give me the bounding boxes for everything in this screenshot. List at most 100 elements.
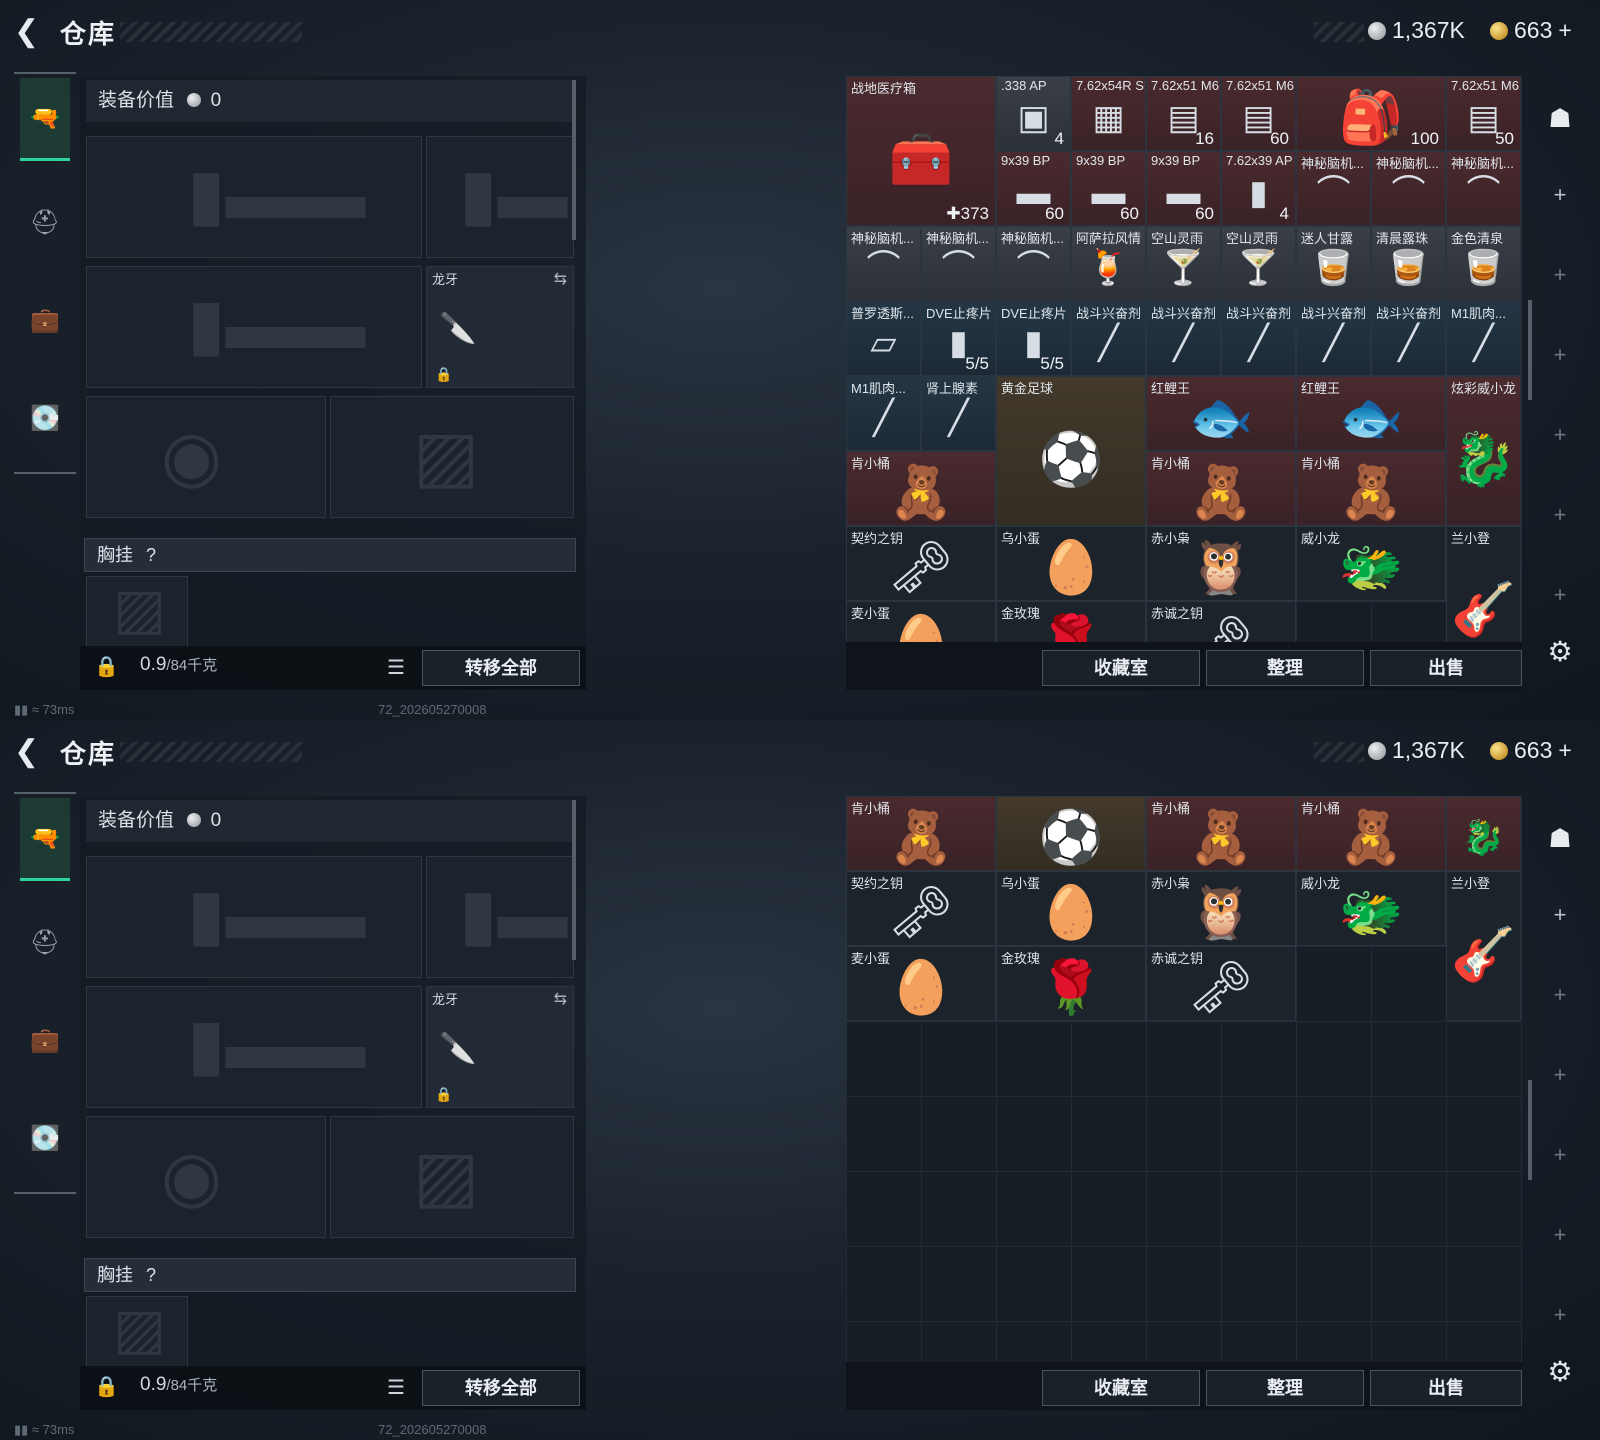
add-page-icon[interactable]: + (1538, 1062, 1582, 1088)
melee-slot[interactable]: 龙牙 ⇆ 🔪 🔒 (426, 986, 574, 1108)
stash-item[interactable]: 🥚麦小蛋 (846, 946, 996, 1021)
chest-rig-help-icon[interactable]: ? (146, 545, 156, 565)
armor-slot[interactable]: ▨ (330, 1116, 574, 1238)
stash-scrollbar[interactable] (1528, 300, 1532, 400)
add-page-icon[interactable]: + (1538, 422, 1582, 448)
add-page-icon[interactable]: + (1538, 502, 1582, 528)
stash-item[interactable]: 🥃 清晨露珠 (1371, 226, 1446, 301)
stash-item[interactable]: ▤ 7.62x51 M6 60 (1221, 76, 1296, 151)
stash-grid[interactable]: 🧰战地医疗箱✚373▣.338 AP4▦7.62x54R SNB▤7.62x51… (846, 76, 1522, 642)
helmet-slot[interactable]: ◉ (86, 396, 326, 518)
stash-item[interactable]: ╱ 战斗兴奋剂 (1221, 301, 1296, 376)
stash-item[interactable]: 🥃 金色清泉 (1446, 226, 1521, 301)
stash-item[interactable]: 🗝 契约之钥 (846, 871, 996, 946)
stash-item[interactable]: 🐲 威小龙 (1296, 871, 1446, 946)
stash-item[interactable]: 🗝赤诚之钥 (1146, 601, 1296, 642)
stash-item[interactable]: 🥚 乌小蛋 (996, 526, 1146, 601)
stash-item[interactable]: 🦉 赤小枭 (1146, 871, 1296, 946)
nav-case-icon[interactable]: 💽 (20, 1098, 70, 1178)
sort-button[interactable]: 整理 (1206, 650, 1364, 686)
add-page-icon[interactable]: + (1538, 182, 1582, 208)
stash-item[interactable]: ▮ DVE止疼片 5/5 (996, 301, 1071, 376)
stash-item[interactable]: 🧸 肯小桶 (1146, 796, 1296, 871)
stash-item[interactable]: 🧸 肯小桶 (1296, 796, 1446, 871)
nav-armor-icon[interactable]: ⛑ (20, 902, 70, 982)
nav-weapon-icon[interactable]: 🔫 (20, 78, 70, 161)
stash-item[interactable]: ╱ M1肌肉... (1446, 301, 1521, 376)
stash-item[interactable]: ▦ 7.62x54R SNB (1071, 76, 1146, 151)
stash-item[interactable]: 🐉 (1446, 796, 1521, 871)
stash-item[interactable]: 🎒 100 (1296, 76, 1446, 151)
stash-item[interactable]: 🐉 炫彩威小龙 (1446, 376, 1521, 526)
back-arrow-icon[interactable]: ❮ (14, 16, 46, 48)
stash-item[interactable]: ▤ 7.62x51 M6 50 (1446, 76, 1521, 151)
stash-item[interactable]: ▬ 9x39 BP 60 (996, 151, 1071, 226)
chest-rig-help-icon[interactable]: ? (146, 1265, 156, 1285)
stash-item[interactable]: ▮ 7.62x39 AP SUB 4 (1221, 151, 1296, 226)
melee-slot[interactable]: 龙牙 ⇆ 🔪 🔒 (426, 266, 574, 388)
stash-item[interactable]: ▱ 普罗透斯... (846, 301, 921, 376)
stash-item[interactable]: 🎸 兰小登 (1446, 871, 1521, 1021)
primary-weapon-slot[interactable]: ▮▬▬ (86, 136, 422, 258)
stash-item[interactable]: ⚽ (996, 796, 1146, 871)
settings-gear-icon[interactable]: ⚙ (1540, 1352, 1580, 1392)
swap-icon[interactable]: ⇆ (554, 269, 567, 289)
warehouse-icon[interactable]: ☗ (1538, 816, 1582, 860)
stash-item[interactable]: 🌹金玫瑰 (996, 946, 1146, 1021)
stash-item[interactable]: 🍹 阿萨拉风情 (1071, 226, 1146, 301)
stash-item[interactable]: ▬ 9x39 BP 60 (1146, 151, 1221, 226)
chest-rig-slot[interactable]: ▨ (86, 576, 188, 648)
back-arrow-icon[interactable]: ❮ (14, 736, 46, 768)
stash-item[interactable]: ▣ .338 AP 4 (996, 76, 1071, 151)
stash-item[interactable]: ╱ 战斗兴奋剂 (1146, 301, 1221, 376)
helmet-slot[interactable]: ◉ (86, 1116, 326, 1238)
stash-grid[interactable]: 🧸 肯小桶 ⚽ 🧸 肯小桶 🧸 肯小桶 🐉 🗝 契约之钥 🥚 乌小蛋 🦉 赤小枭 🐲 威小龙 🎸 兰小登 🥚 麦小蛋 🌹… (846, 796, 1522, 1362)
stash-item[interactable]: 🧸 肯小桶 (846, 796, 996, 871)
swap-icon[interactable]: ⇆ (554, 989, 567, 1009)
secondary-weapon-slot[interactable]: ▮▬▬ (86, 266, 422, 388)
transfer-all-button[interactable]: 转移全部 (422, 650, 580, 686)
stash-item[interactable]: 🐟 红鲤王 (1296, 376, 1446, 451)
stash-item[interactable]: 🍸 空山灵雨 (1221, 226, 1296, 301)
secondary-weapon-slot[interactable]: ▮▬▬ (86, 986, 422, 1108)
stash-item[interactable]: ╱ M1肌肉... (846, 376, 921, 451)
transfer-all-button[interactable]: 转移全部 (422, 1370, 580, 1406)
stash-item[interactable]: 🧸 肯小桶 (1296, 451, 1446, 526)
nav-backpack-icon[interactable]: 💼 (20, 280, 70, 360)
armor-slot[interactable]: ▨ (330, 396, 574, 518)
add-page-icon[interactable]: + (1538, 262, 1582, 288)
stash-item[interactable]: 🗝 契约之钥 (846, 526, 996, 601)
stash-scrollbar[interactable] (1528, 1080, 1532, 1180)
pistol-slot[interactable]: ▮▬ (426, 856, 574, 978)
stash-item[interactable]: 🍸 空山灵雨 (1146, 226, 1221, 301)
collection-room-button[interactable]: 收藏室 (1042, 650, 1200, 686)
nav-weapon-icon[interactable]: 🔫 (20, 798, 70, 881)
gold-currency[interactable]: 663 + (1490, 737, 1572, 764)
stash-item[interactable]: 🐲 威小龙 (1296, 526, 1446, 601)
sell-button[interactable]: 出售 (1370, 650, 1522, 686)
sort-button[interactable]: 整理 (1206, 1370, 1364, 1406)
stash-item[interactable]: ▤ 7.62x51 M6 16 (1146, 76, 1221, 151)
stash-item[interactable]: ⌒ 神秘脑机... (1371, 151, 1446, 226)
warehouse-icon[interactable]: ☗ (1538, 96, 1582, 140)
equipment-scrollbar[interactable] (572, 800, 576, 960)
list-icon[interactable]: ☰ (378, 1370, 414, 1406)
primary-weapon-slot[interactable]: ▮▬▬ (86, 856, 422, 978)
stash-item[interactable]: 🎸 兰小登 (1446, 526, 1521, 642)
stash-item[interactable]: ⌒ 神秘脑机... (846, 226, 921, 301)
stash-item[interactable]: ▬ 9x39 BP 60 (1071, 151, 1146, 226)
stash-item[interactable]: ╱ 肾上腺素 (921, 376, 996, 451)
add-gold-icon[interactable]: + (1558, 737, 1571, 764)
sell-button[interactable]: 出售 (1370, 1370, 1522, 1406)
stash-item[interactable]: ⚽ 黄金足球 (996, 376, 1146, 526)
stash-item[interactable]: 🐟 红鲤王 (1146, 376, 1296, 451)
nav-case-icon[interactable]: 💽 (20, 378, 70, 458)
add-page-icon[interactable]: + (1538, 342, 1582, 368)
stash-item[interactable]: 🥃 迷人甘露 (1296, 226, 1371, 301)
add-page-icon[interactable]: + (1538, 902, 1582, 928)
equipment-scrollbar[interactable] (572, 80, 576, 240)
list-icon[interactable]: ☰ (378, 650, 414, 686)
add-gold-icon[interactable]: + (1558, 17, 1571, 44)
stash-item[interactable]: 🥚 乌小蛋 (996, 871, 1146, 946)
stash-item[interactable]: ⌒ 神秘脑机... (921, 226, 996, 301)
